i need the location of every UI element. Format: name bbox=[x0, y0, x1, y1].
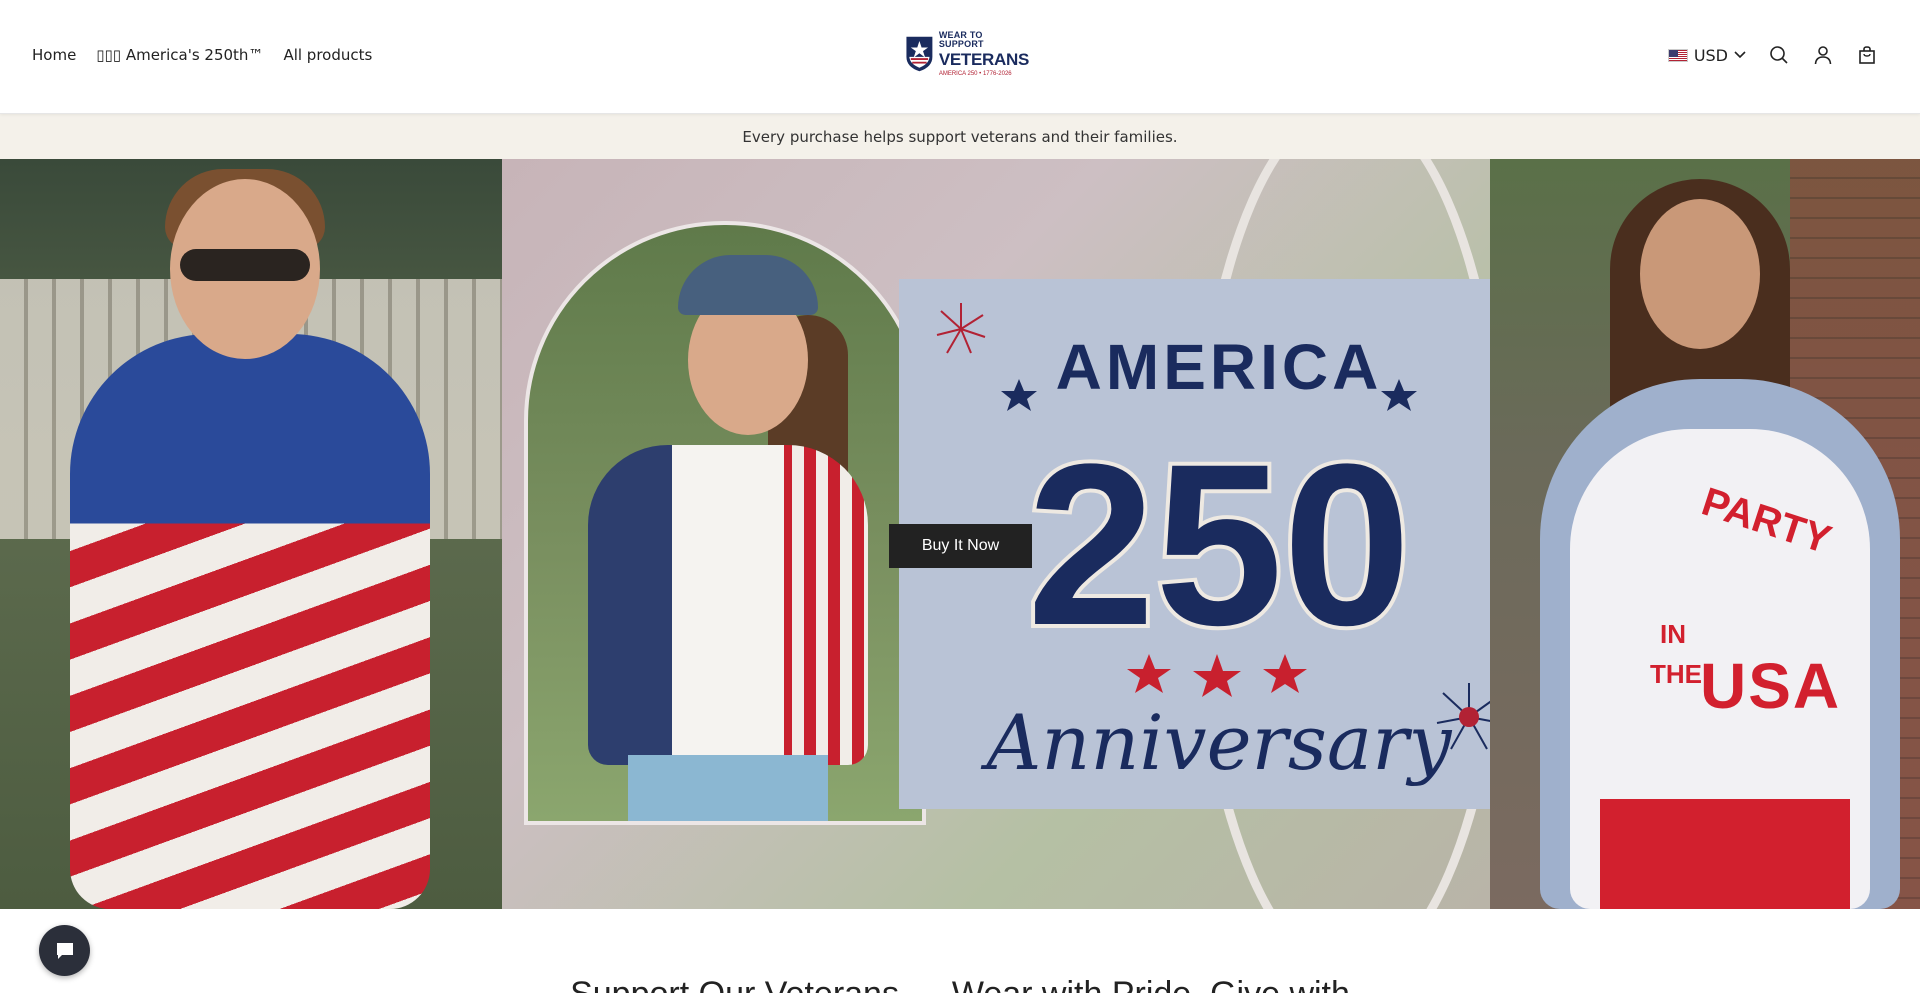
main-nav: Home ▯▯▯ America's 250th™ All products bbox=[32, 46, 372, 64]
cart-button[interactable] bbox=[1856, 44, 1878, 66]
announcement-text: Every purchase helps support veterans an… bbox=[742, 127, 1178, 146]
search-icon bbox=[1770, 46, 1788, 64]
cart-icon bbox=[1859, 46, 1875, 64]
account-button[interactable] bbox=[1812, 44, 1834, 66]
logo-line-3: AMERICA 250 • 1776-2026 bbox=[938, 71, 1012, 77]
site-logo[interactable]: WEAR TO SUPPORT VETERANS AMERICA 250 • 1… bbox=[893, 10, 1033, 98]
nav-all-products[interactable]: All products bbox=[283, 46, 372, 64]
logo-line-2: VETERANS bbox=[938, 50, 1029, 69]
site-header: Home ▯▯▯ America's 250th™ All products W… bbox=[0, 0, 1920, 114]
chevron-down-icon bbox=[1734, 51, 1746, 59]
logo-line-1: WEAR TO SUPPORT bbox=[938, 30, 984, 49]
section-heading: Support Our Veterans — Wear with Pride, … bbox=[0, 975, 1920, 993]
account-icon bbox=[1814, 46, 1832, 65]
shield-star-icon bbox=[906, 36, 933, 72]
nav-home[interactable]: Home bbox=[32, 46, 76, 64]
hero-banner[interactable]: AMERICA 250 Anniversary PARTY IN THE USA… bbox=[0, 159, 1920, 909]
search-button[interactable] bbox=[1768, 44, 1790, 66]
nav-america-250th[interactable]: ▯▯▯ America's 250th™ bbox=[96, 46, 263, 64]
currency-label: USD bbox=[1693, 45, 1728, 65]
logo-text: WEAR TO SUPPORT VETERANS AMERICA 250 • 1… bbox=[938, 30, 1029, 78]
us-flag-icon bbox=[1667, 48, 1688, 62]
header-tools: USD bbox=[1667, 44, 1878, 66]
chat-widget-button[interactable] bbox=[39, 925, 90, 976]
currency-selector[interactable]: USD bbox=[1667, 45, 1746, 65]
announcement-bar: Every purchase helps support veterans an… bbox=[0, 114, 1920, 159]
logo-inner: WEAR TO SUPPORT VETERANS AMERICA 250 • 1… bbox=[897, 12, 1029, 96]
buy-it-now-button[interactable]: Buy It Now bbox=[889, 524, 1032, 568]
chat-bubble-icon bbox=[56, 942, 73, 959]
